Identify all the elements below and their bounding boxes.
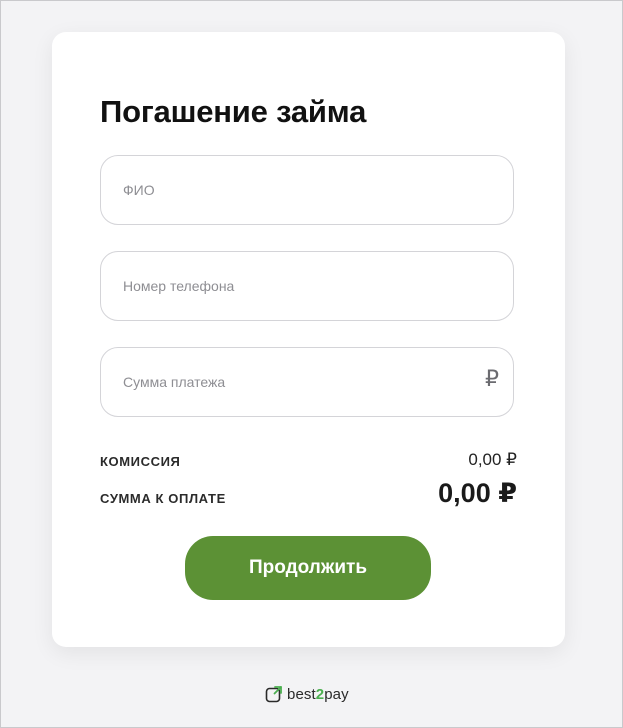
brand-suffix: pay: [324, 685, 349, 703]
full-name-field[interactable]: [100, 155, 514, 225]
best2pay-logo-text: best2pay: [287, 686, 349, 703]
best2pay-logo: best2pay: [265, 684, 349, 704]
total-value: 0,00 ₽: [438, 478, 517, 508]
total-label: СУММА К ОПЛАТЕ: [100, 491, 226, 506]
continue-button[interactable]: Продолжить: [185, 536, 431, 600]
phone-field[interactable]: [100, 251, 514, 321]
commission-label: КОМИССИЯ: [100, 454, 181, 469]
payment-amount-input[interactable]: [123, 348, 473, 416]
phone-input[interactable]: [123, 252, 473, 320]
page-frame: Погашение займа ₽ КОМИССИЯ 0,00 ₽ СУММА …: [0, 0, 623, 728]
brand-prefix: best: [287, 685, 316, 703]
payment-amount-field[interactable]: ₽: [100, 347, 514, 417]
best2pay-logo-icon: [265, 686, 282, 703]
commission-value: 0,00 ₽: [468, 450, 517, 469]
page-title: Погашение займа: [100, 94, 367, 129]
brand-accent: 2: [315, 685, 325, 703]
payment-card: Погашение займа ₽ КОМИССИЯ 0,00 ₽ СУММА …: [52, 32, 565, 647]
full-name-input[interactable]: [123, 156, 473, 224]
ruble-icon: ₽: [485, 367, 499, 392]
